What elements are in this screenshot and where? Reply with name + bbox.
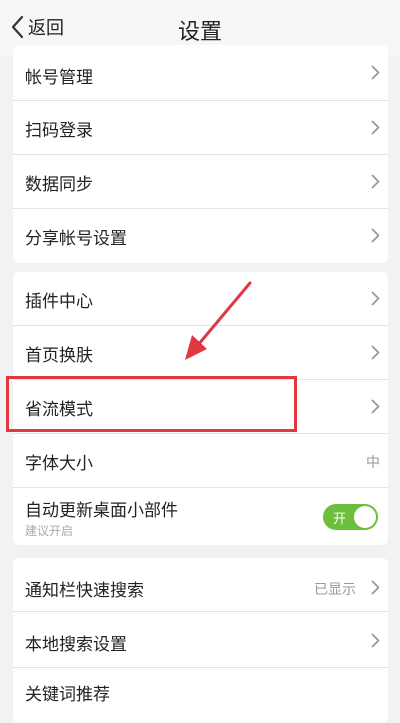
settings-group-account: 帐号管理 扫码登录 数据同步 分享帐号设置: [13, 45, 388, 263]
row-label: 插件中心: [25, 292, 93, 312]
toggle-text: 开: [333, 512, 347, 527]
row-label: 字体大小: [25, 454, 93, 474]
row-label: 省流模式: [25, 400, 93, 420]
page-title: 设置: [177, 20, 222, 45]
row-label: 扫码登录: [25, 121, 93, 141]
row-auto-update-widget: 自动更新桌面小部件 建议开启 开: [13, 488, 388, 545]
row-data-sync[interactable]: 数据同步: [13, 155, 388, 209]
row-notification-quick-search[interactable]: 通知栏快速搜索 已显示: [13, 558, 388, 612]
row-label: 分享帐号设置: [25, 229, 127, 249]
chevron-right-icon: [371, 345, 380, 364]
row-font-size[interactable]: 字体大小 中: [13, 434, 388, 488]
chevron-right-icon: [371, 120, 380, 139]
chevron-right-icon: [371, 291, 380, 310]
notification-search-value: 已显示: [314, 582, 356, 598]
row-plugin-center[interactable]: 插件中心: [13, 272, 388, 326]
auto-update-toggle[interactable]: 开: [323, 504, 378, 530]
row-label: 关键词推荐: [25, 685, 110, 705]
row-label: 数据同步: [25, 175, 93, 195]
row-account-management[interactable]: 帐号管理: [13, 45, 388, 101]
chevron-right-icon: [371, 174, 380, 193]
row-home-skin[interactable]: 首页换肤: [13, 326, 388, 380]
chevron-right-icon: [371, 399, 380, 418]
settings-group-search: 通知栏快速搜索 已显示 本地搜索设置 关键词推荐: [13, 558, 388, 723]
row-sublabel: 建议开启: [25, 524, 74, 538]
row-share-account-settings[interactable]: 分享帐号设置: [13, 209, 388, 263]
row-keyword-recommend[interactable]: 关键词推荐: [13, 668, 388, 723]
row-label: 自动更新桌面小部件: [25, 501, 178, 521]
row-label: 通知栏快速搜索: [25, 581, 144, 601]
row-label: 本地搜索设置: [25, 635, 127, 655]
settings-screen: 返回 设置 帐号管理 扫码登录 数据同步 分享帐号设置 插件中心 首页换肤 省流…: [0, 0, 400, 723]
toggle-knob: [354, 506, 376, 528]
font-size-value: 中: [366, 455, 380, 471]
row-local-search-settings[interactable]: 本地搜索设置: [13, 612, 388, 668]
row-data-saving-mode[interactable]: 省流模式: [13, 380, 388, 434]
row-qr-login[interactable]: 扫码登录: [13, 101, 388, 155]
row-label: 首页换肤: [25, 346, 93, 366]
chevron-right-icon: [371, 580, 380, 599]
chevron-right-icon: [371, 65, 380, 84]
row-label: 帐号管理: [25, 68, 93, 88]
settings-group-general: 插件中心 首页换肤 省流模式 字体大小 中 自动更新桌面小部件 建议开启 开: [13, 272, 388, 545]
chevron-right-icon: [371, 228, 380, 247]
chevron-right-icon: [371, 633, 380, 652]
